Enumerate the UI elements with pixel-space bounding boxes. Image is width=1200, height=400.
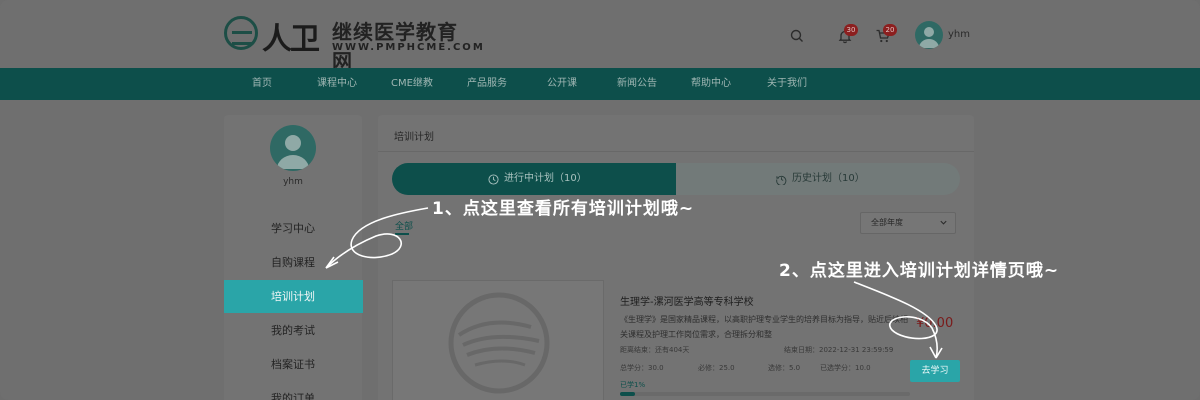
site-header: 人卫 继续医学教育网 WWW.PMPHCME.COM 30 20 yhm <box>0 0 1200 73</box>
nav-item-cme[interactable]: CME继教 <box>391 68 433 100</box>
filter-all-underline <box>395 233 409 235</box>
tab-in-progress[interactable]: 进行中计划（10） <box>392 163 676 195</box>
user-avatar[interactable] <box>915 21 943 49</box>
cart-count-badge: 20 <box>883 24 897 36</box>
user-silhouette-icon <box>277 135 309 169</box>
credits-elective: 选修：5.0 <box>768 364 801 372</box>
tab-history-label: 历史计划（10） <box>792 173 865 184</box>
nav-item-products[interactable]: 产品服务 <box>467 68 507 100</box>
page-title: 培训计划 <box>394 132 434 143</box>
sidebar-item-certificates[interactable]: 档案证书 <box>224 348 362 381</box>
course-end-date: 结束日期：2022-12-31 23:59:59 <box>784 346 894 354</box>
plan-tabs: 进行中计划（10） 历史计划（10） <box>392 163 960 195</box>
sidebar-item-training-plans[interactable]: 培训计划 <box>224 280 363 313</box>
filter-all[interactable]: 全部 <box>395 219 413 232</box>
course-deadline: 距离结束：还有404天 <box>620 346 690 354</box>
progress-label: 已学1% <box>620 381 646 389</box>
nav-item-about[interactable]: 关于我们 <box>767 68 807 100</box>
search-icon[interactable] <box>789 28 805 44</box>
sidebar-item-my-orders[interactable]: 我的订单 <box>224 382 362 400</box>
year-select[interactable]: 全部年度 <box>860 212 956 234</box>
clock-icon <box>488 173 499 185</box>
sidebar: yhm 学习中心 自购课程 培训计划 我的考试 档案证书 我的订单 <box>224 115 363 400</box>
year-select-value: 全部年度 <box>871 218 903 227</box>
go-study-button[interactable]: 去学习 <box>910 360 960 382</box>
course-emblem-icon <box>448 292 550 394</box>
title-divider <box>378 151 974 152</box>
logo-brand-mark: 人卫 <box>262 22 320 57</box>
site-logo[interactable]: 人卫 继续医学教育网 WWW.PMPHCME.COM <box>224 14 483 73</box>
sidebar-item-my-exams[interactable]: 我的考试 <box>224 314 362 347</box>
history-icon <box>776 175 787 185</box>
tutorial-step-1: 1、点这里查看所有培训计划哦~ <box>432 199 695 219</box>
notification-count-badge: 30 <box>844 24 858 36</box>
credits-required: 必修：25.0 <box>698 364 735 372</box>
logo-brand-url: WWW.PMPHCME.COM <box>332 42 485 53</box>
credits-total: 总学分：30.0 <box>620 364 664 372</box>
tab-history[interactable]: 历史计划（10） <box>676 163 960 195</box>
sidebar-item-learning-center[interactable]: 学习中心 <box>224 212 362 245</box>
sidebar-username: yhm <box>283 177 303 187</box>
credits-done: 已选学分：10.0 <box>820 364 871 372</box>
screenshot-frame: 人卫 继续医学教育网 WWW.PMPHCME.COM 30 20 yhm 首页 … <box>0 0 1200 400</box>
nav-item-open-courses[interactable]: 公开课 <box>547 68 577 100</box>
tab-in-progress-label: 进行中计划（10） <box>504 173 587 184</box>
user-silhouette-icon <box>919 27 939 48</box>
course-price: ¥0.00 <box>916 316 954 331</box>
sidebar-item-purchased-courses[interactable]: 自购课程 <box>224 246 362 279</box>
chevron-down-icon <box>940 220 947 225</box>
sidebar-avatar[interactable] <box>270 125 316 171</box>
tutorial-step-2: 2、点这里进入培训计划详情页哦~ <box>779 261 1060 281</box>
progress-bar-fill <box>620 392 635 396</box>
nav-item-home[interactable]: 首页 <box>252 68 272 100</box>
training-plan-card[interactable]: 生理学-漯河医学高等专科学校 《生理学》是国家精品课程，以高职护理专业学生的培养… <box>392 280 960 400</box>
nav-item-courses[interactable]: 课程中心 <box>317 68 357 100</box>
nav-item-help[interactable]: 帮助中心 <box>691 68 731 100</box>
logo-emblem-icon <box>224 16 258 50</box>
nav-item-news[interactable]: 新闻公告 <box>617 68 657 100</box>
progress-bar <box>620 392 910 396</box>
course-description: 《生理学》是国家精品课程，以高职护理专业学生的培养目标为指导，贴近后续相关课程及… <box>620 315 908 339</box>
course-title[interactable]: 生理学-漯河医学高等专科学校 <box>620 293 754 308</box>
course-thumbnail[interactable] <box>392 280 604 400</box>
header-username[interactable]: yhm <box>948 29 970 40</box>
main-nav: 首页 课程中心 CME继教 产品服务 公开课 新闻公告 帮助中心 关于我们 <box>0 68 1200 100</box>
